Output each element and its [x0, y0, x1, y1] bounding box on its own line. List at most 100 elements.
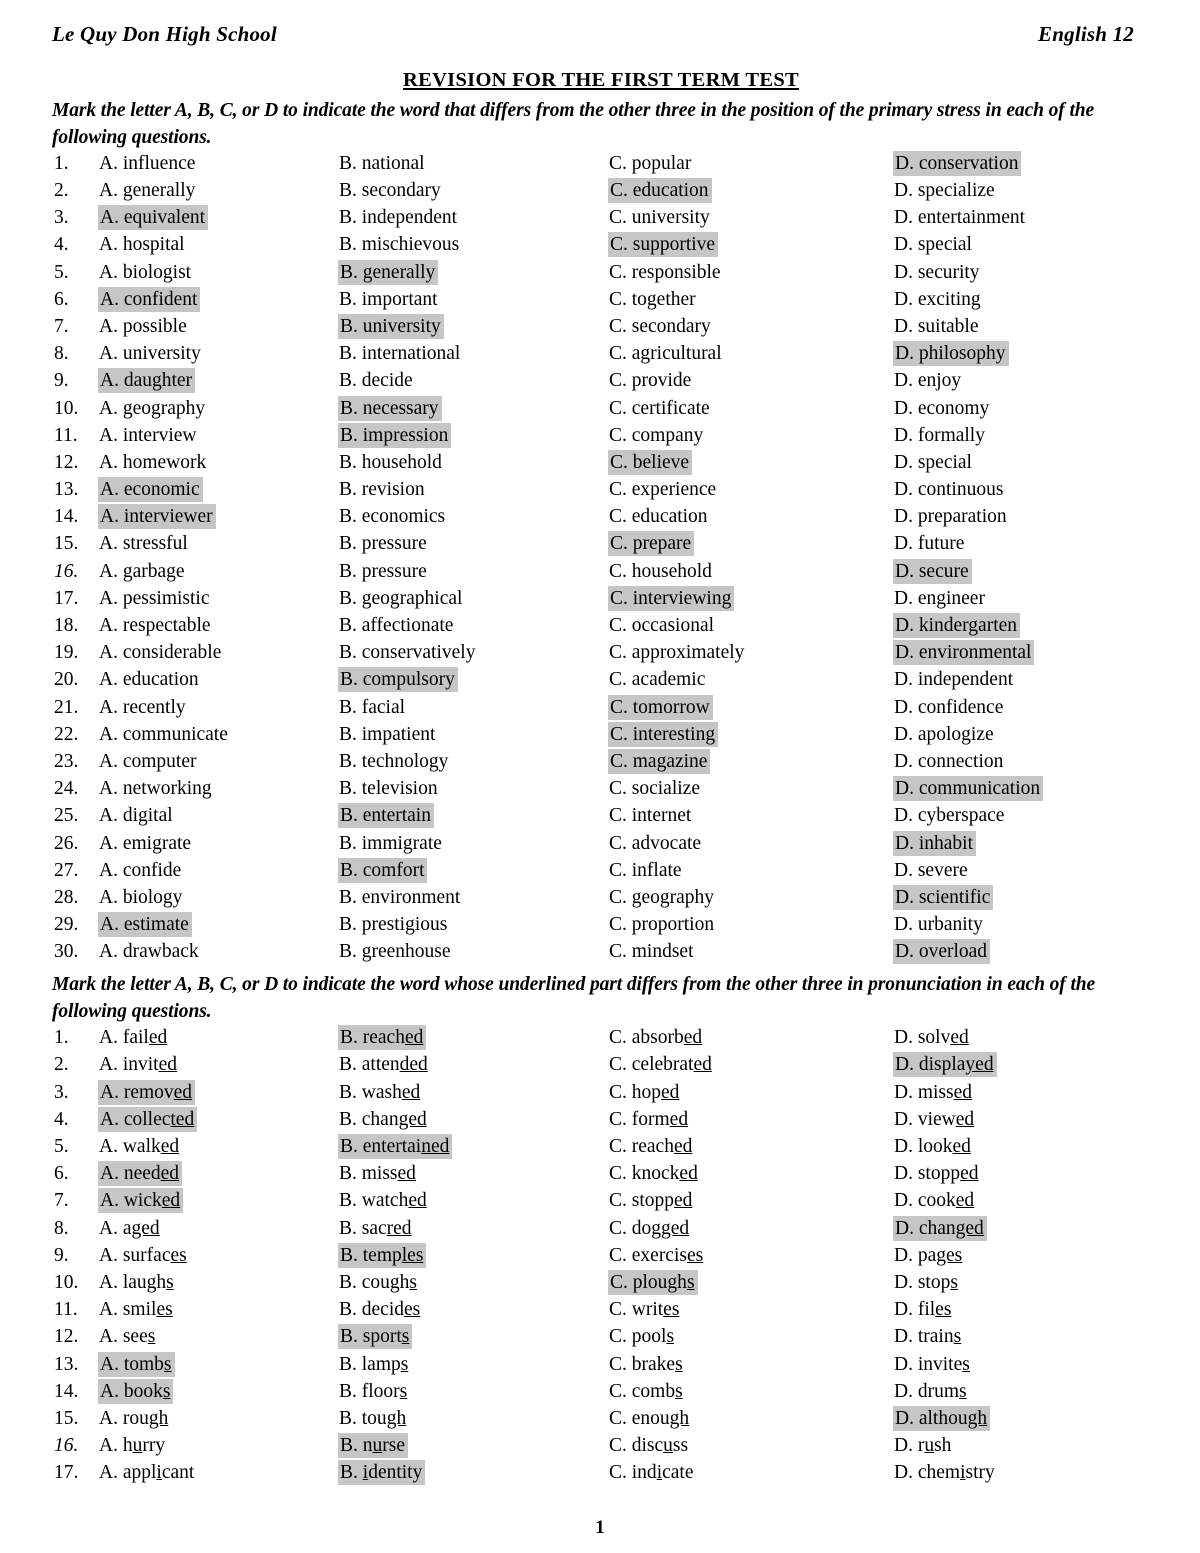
answer-option-d[interactable]: D. exciting [893, 290, 1153, 310]
answer-option-d[interactable]: D. chemistry [893, 1463, 1153, 1483]
answer-option-d[interactable]: D. communication [893, 776, 1153, 802]
answer-option-a[interactable]: A. interviewer [98, 504, 338, 530]
answer-option-b[interactable]: B. missed [338, 1164, 608, 1184]
answer-option-a[interactable]: A. removed [98, 1079, 338, 1105]
answer-option-c[interactable]: C. stopped [608, 1191, 893, 1211]
answer-option-c[interactable]: C. household [608, 561, 893, 582]
answer-option-d[interactable]: D. invites [893, 1354, 1153, 1375]
answer-option-c[interactable]: C. magazine [608, 748, 893, 774]
answer-option-a[interactable]: A. hurry [98, 1436, 338, 1456]
answer-option-b[interactable]: B. household [338, 453, 608, 473]
answer-option-d[interactable]: D. continuous [893, 480, 1153, 500]
answer-option-c[interactable]: C. university [608, 208, 893, 228]
answer-option-a[interactable]: A. possible [98, 317, 338, 337]
answer-option-a[interactable]: A. geography [98, 398, 338, 419]
answer-option-d[interactable]: D. environmental [893, 640, 1153, 666]
answer-option-a[interactable]: A. estimate [98, 912, 338, 938]
answer-option-b[interactable]: B. entertain [338, 803, 608, 829]
answer-option-d[interactable]: D. stops [893, 1273, 1153, 1293]
answer-option-c[interactable]: C. dogged [608, 1218, 893, 1239]
answer-option-b[interactable]: B. university [338, 313, 608, 339]
answer-option-a[interactable]: A. biology [98, 888, 338, 908]
answer-option-d[interactable]: D. suitable [893, 317, 1153, 337]
answer-option-b[interactable]: B. changed [338, 1110, 608, 1130]
answer-option-c[interactable]: C. tomorrow [608, 694, 893, 720]
answer-option-b[interactable]: B. decides [338, 1300, 608, 1320]
answer-option-b[interactable]: B. impression [338, 422, 608, 448]
answer-option-d[interactable]: D. specialize [893, 181, 1153, 201]
answer-option-b[interactable]: B. environment [338, 888, 608, 908]
answer-option-a[interactable]: A. computer [98, 752, 338, 772]
answer-option-c[interactable]: C. approximately [608, 643, 893, 663]
answer-option-d[interactable]: D. missed [893, 1082, 1153, 1103]
answer-option-d[interactable]: D. viewed [893, 1110, 1153, 1130]
answer-option-c[interactable]: C. provide [608, 371, 893, 391]
answer-option-a[interactable]: A. collected [98, 1106, 338, 1132]
answer-option-c[interactable]: C. geography [608, 888, 893, 908]
answer-option-a[interactable]: A. applicant [98, 1463, 338, 1483]
answer-option-d[interactable]: D. philosophy [893, 341, 1153, 367]
answer-option-b[interactable]: B. reached [338, 1025, 608, 1051]
answer-option-d[interactable]: D. trains [893, 1327, 1153, 1347]
answer-option-d[interactable]: D. connection [893, 752, 1153, 772]
answer-option-b[interactable]: B. pressure [338, 561, 608, 582]
answer-option-b[interactable]: B. coughs [338, 1273, 608, 1293]
answer-option-a[interactable]: A. stressful [98, 534, 338, 554]
answer-option-c[interactable]: C. interviewing [608, 585, 893, 611]
answer-option-d[interactable]: D. severe [893, 860, 1153, 881]
answer-option-c[interactable]: C. socialize [608, 779, 893, 799]
answer-option-c[interactable]: C. enough [608, 1409, 893, 1429]
answer-option-d[interactable]: D. special [893, 235, 1153, 255]
answer-option-c[interactable]: C. popular [608, 154, 893, 174]
answer-option-d[interactable]: D. changed [893, 1215, 1153, 1241]
answer-option-a[interactable]: A. economic [98, 477, 338, 503]
answer-option-b[interactable]: B. watched [338, 1191, 608, 1211]
answer-option-c[interactable]: C. occasional [608, 616, 893, 636]
answer-option-b[interactable]: B. identity [338, 1460, 608, 1486]
answer-option-d[interactable]: D. enjoy [893, 371, 1153, 391]
answer-option-b[interactable]: B. prestigious [338, 915, 608, 935]
answer-option-b[interactable]: B. generally [338, 259, 608, 285]
answer-option-c[interactable]: C. formed [608, 1110, 893, 1130]
answer-option-d[interactable]: D. apologize [893, 725, 1153, 745]
answer-option-c[interactable]: C. reached [608, 1137, 893, 1157]
answer-option-b[interactable]: B. national [338, 154, 608, 174]
answer-option-a[interactable]: A. digital [98, 806, 338, 826]
answer-option-b[interactable]: B. immigrate [338, 833, 608, 854]
answer-option-c[interactable]: C. together [608, 290, 893, 310]
answer-option-c[interactable]: C. indicate [608, 1463, 893, 1483]
answer-option-a[interactable]: A. interview [98, 425, 338, 446]
answer-option-d[interactable]: D. future [893, 534, 1153, 554]
answer-option-a[interactable]: A. drawback [98, 942, 338, 962]
answer-option-a[interactable]: A. invited [98, 1055, 338, 1075]
answer-option-b[interactable]: B. mischievous [338, 235, 608, 255]
answer-option-b[interactable]: B. technology [338, 752, 608, 772]
answer-option-a[interactable]: A. failed [98, 1028, 338, 1048]
answer-option-c[interactable]: C. responsible [608, 262, 893, 283]
answer-option-c[interactable]: C. hoped [608, 1082, 893, 1103]
answer-option-d[interactable]: D. confidence [893, 697, 1153, 718]
answer-option-b[interactable]: B. greenhouse [338, 942, 608, 962]
answer-option-b[interactable]: B. international [338, 344, 608, 364]
answer-option-a[interactable]: A. laughs [98, 1273, 338, 1293]
answer-option-b[interactable]: B. sacred [338, 1218, 608, 1239]
answer-option-b[interactable]: B. temples [338, 1242, 608, 1268]
answer-option-d[interactable]: D. special [893, 453, 1153, 473]
answer-option-b[interactable]: B. economics [338, 507, 608, 527]
answer-option-c[interactable]: C. mindset [608, 942, 893, 962]
answer-option-a[interactable]: A. generally [98, 181, 338, 201]
answer-option-a[interactable]: A. respectable [98, 616, 338, 636]
answer-option-c[interactable]: C. interesting [608, 721, 893, 747]
answer-option-c[interactable]: C. secondary [608, 317, 893, 337]
answer-option-d[interactable]: D. drums [893, 1381, 1153, 1402]
answer-option-d[interactable]: D. pages [893, 1246, 1153, 1266]
answer-option-d[interactable]: D. urbanity [893, 915, 1153, 935]
answer-option-b[interactable]: B. pressure [338, 534, 608, 554]
answer-option-c[interactable]: C. celebrated [608, 1055, 893, 1075]
answer-option-c[interactable]: C. ploughs [608, 1269, 893, 1295]
answer-option-d[interactable]: D. overload [893, 939, 1153, 965]
answer-option-d[interactable]: D. displayed [893, 1052, 1153, 1078]
answer-option-a[interactable]: A. wicked [98, 1188, 338, 1214]
answer-option-a[interactable]: A. emigrate [98, 833, 338, 854]
answer-option-a[interactable]: A. recently [98, 697, 338, 718]
